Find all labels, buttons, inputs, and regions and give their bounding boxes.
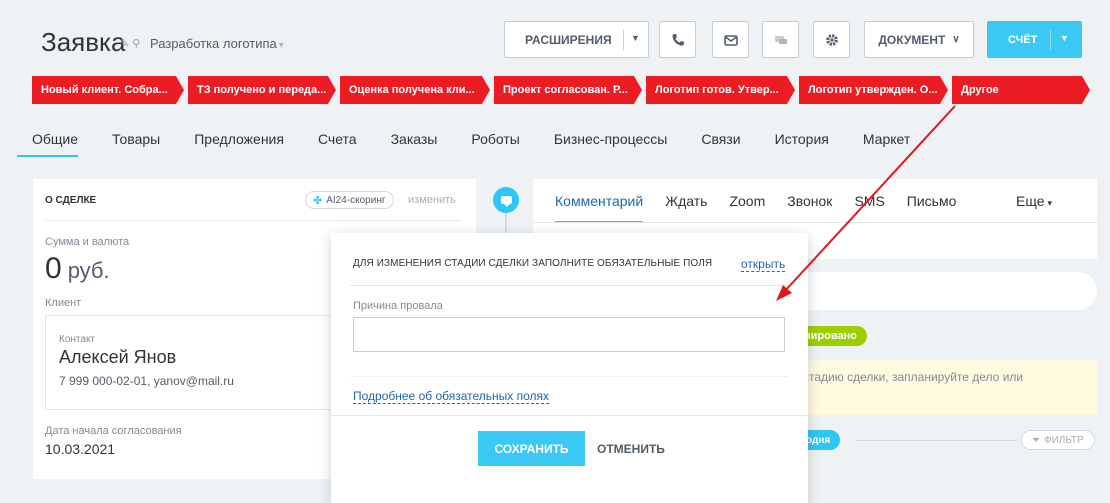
annotation-arrow	[776, 105, 956, 301]
